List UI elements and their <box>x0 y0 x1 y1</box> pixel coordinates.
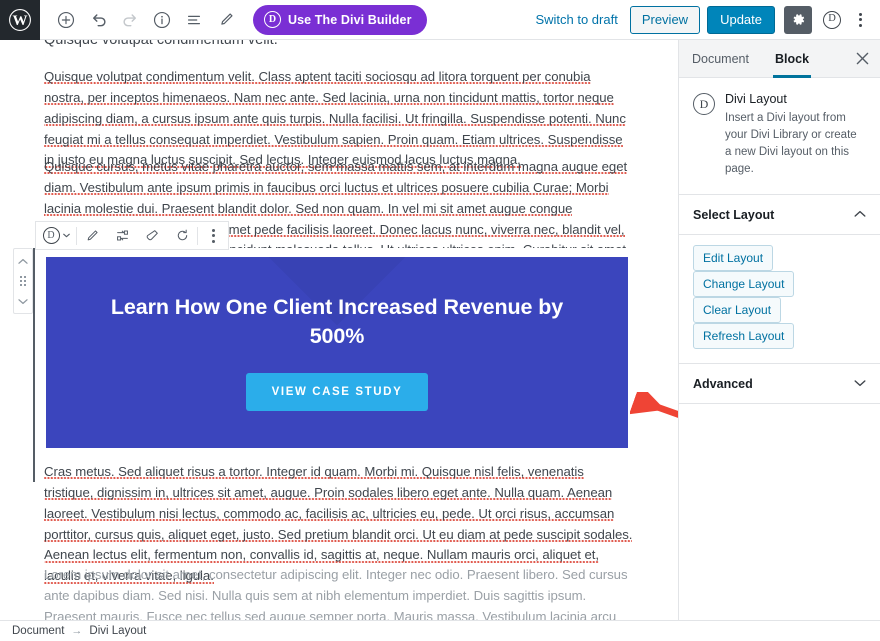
block-contextual-toolbar: D <box>35 221 229 250</box>
change-layout-button[interactable]: Change Layout <box>693 271 795 298</box>
breadcrumb: Document → Divi Layout <box>0 620 880 641</box>
block-card-title: Divi Layout <box>725 92 787 106</box>
block-more-options-button[interactable] <box>198 222 228 249</box>
toolbar-right-group: Switch to draft Preview Update D <box>523 5 880 34</box>
divi-d-icon: D <box>823 10 841 29</box>
sidebar-tab-bar: Document Block <box>679 40 880 78</box>
editor-top-toolbar: W D Use The Divi Builder Switch to draft… <box>0 0 880 40</box>
edit-layout-button[interactable]: Edit Layout <box>693 245 774 272</box>
block-info-card: D Divi Layout Insert a Divi layout from … <box>679 78 880 196</box>
divi-settings-toggle-button[interactable]: D <box>818 6 846 34</box>
breadcrumb-separator-icon: → <box>71 625 83 637</box>
clear-layout-eraser-icon[interactable] <box>137 222 167 249</box>
divi-d-icon: D <box>42 227 60 244</box>
divi-banner-module[interactable]: Learn How One Client Increased Revenue b… <box>46 257 628 448</box>
content-info-button[interactable] <box>147 5 177 35</box>
clipped-heading-row: Quisque volutpat condimentum velit. <box>44 40 634 50</box>
undo-button[interactable] <box>83 5 113 35</box>
use-the-divi-builder-button[interactable]: D Use The Divi Builder <box>253 4 427 35</box>
add-block-button[interactable] <box>51 5 81 35</box>
edit-layout-icon[interactable] <box>77 222 107 249</box>
block-card-description: Insert a Divi layout from your Divi Libr… <box>725 112 857 176</box>
block-mover-controls <box>13 248 33 314</box>
update-button[interactable]: Update <box>707 5 775 34</box>
divi-d-icon: D <box>264 11 281 28</box>
advanced-panel-header[interactable]: Advanced <box>679 364 880 405</box>
toolbar-tool-group <box>51 5 241 35</box>
wordpress-logo-icon[interactable]: W <box>0 0 40 40</box>
gear-icon[interactable] <box>784 5 812 34</box>
select-layout-panel-body: Edit Layout Change Layout Clear Layout R… <box>679 235 880 365</box>
paragraph-1-text: Quisque volutpat condimentum velit. Clas… <box>44 69 626 169</box>
breadcrumb-item-document[interactable]: Document <box>12 625 64 637</box>
chevron-down-icon <box>62 233 70 238</box>
switch-to-draft-link[interactable]: Switch to draft <box>523 12 629 27</box>
chevron-up-icon <box>854 209 866 221</box>
vertical-dots-icon <box>211 228 215 243</box>
select-layout-title: Select Layout <box>693 207 775 222</box>
more-options-button[interactable] <box>848 6 872 34</box>
paragraph-block-1[interactable]: Quisque volutpat condimentum velit. Clas… <box>44 67 634 171</box>
tab-document[interactable]: Document <box>679 40 762 77</box>
paragraph-4-text: Lorem ipsum dolor sit amet, consectetur … <box>44 567 628 620</box>
block-settings-sidebar: Document Block D Divi Layout Insert a Di… <box>678 40 880 620</box>
select-layout-panel-header[interactable]: Select Layout <box>679 195 880 236</box>
change-layout-icon[interactable] <box>107 222 137 249</box>
chevron-up-icon[interactable] <box>14 252 32 270</box>
drag-grip-icon[interactable] <box>14 272 32 290</box>
advanced-title: Advanced <box>693 376 753 391</box>
breadcrumb-item-divi-layout[interactable]: Divi Layout <box>89 625 146 637</box>
refresh-layout-button[interactable]: Refresh Layout <box>693 323 795 350</box>
redo-button[interactable] <box>115 5 145 35</box>
block-navigation-button[interactable] <box>179 5 209 35</box>
tab-block[interactable]: Block <box>762 40 822 78</box>
refresh-layout-icon[interactable] <box>167 222 197 249</box>
chevron-down-icon[interactable] <box>14 292 32 310</box>
paragraph-block-4[interactable]: Lorem ipsum dolor sit amet, consectetur … <box>44 565 634 620</box>
close-x-icon[interactable] <box>844 40 880 77</box>
divi-d-icon: D <box>693 93 715 115</box>
divi-builder-button-label: Use The Divi Builder <box>288 12 412 27</box>
editor-canvas: Quisque volutpat condimentum velit. Quis… <box>0 40 678 620</box>
clipped-heading-text: Quisque volutpat condimentum velit. <box>44 40 278 48</box>
chevron-down-icon <box>854 378 866 390</box>
block-type-switcher-button[interactable]: D <box>36 222 76 249</box>
edit-mode-pencil-button[interactable] <box>211 5 241 35</box>
view-case-study-button[interactable]: VIEW CASE STUDY <box>245 372 429 411</box>
clear-layout-button[interactable]: Clear Layout <box>693 297 782 324</box>
preview-button[interactable]: Preview <box>629 5 701 34</box>
svg-text:W: W <box>13 13 28 29</box>
divi-layout-block[interactable]: D Learn How One Client Increased Revenue… <box>13 221 637 482</box>
banner-headline: Learn How One Client Increased Revenue b… <box>110 295 564 348</box>
vertical-dots-icon <box>858 12 862 27</box>
